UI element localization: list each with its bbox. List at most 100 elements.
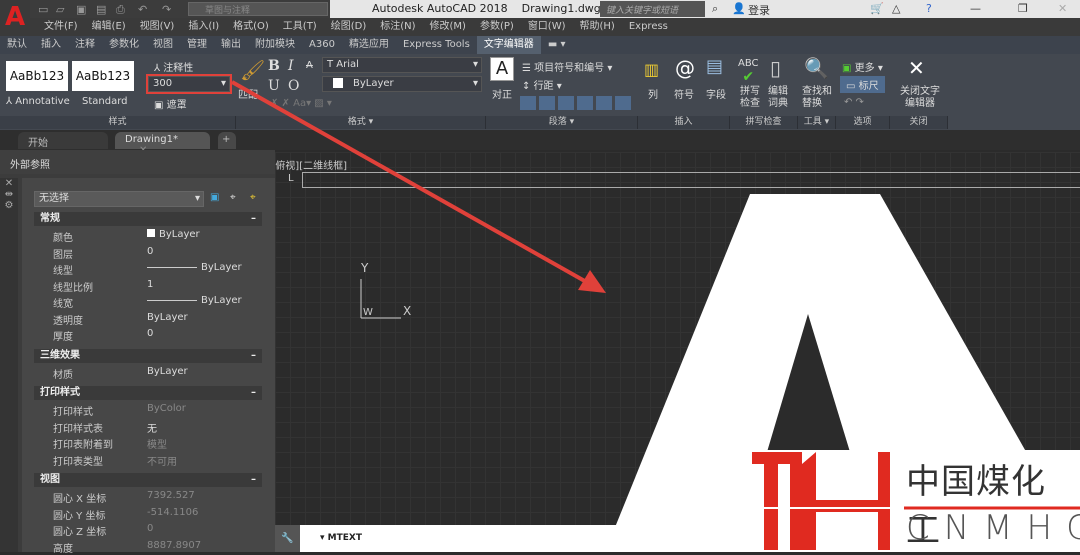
property-value[interactable]: 1 [147,279,153,290]
close-editor-icon[interactable]: ✕ [908,56,925,80]
toggle-pickadd-icon[interactable]: ▣ [210,192,219,203]
italic-button[interactable]: I [288,58,294,74]
section-header[interactable]: 视图 – [34,473,262,487]
tab-addins[interactable]: 附加模块 [248,36,302,54]
property-value[interactable]: 无 [147,420,157,435]
property-value[interactable]: 0 [147,246,153,257]
spellcheck-icon[interactable]: ABC ✔ [738,58,759,85]
tab-extra-icon[interactable]: ▬ ▾ [541,36,573,54]
property-value[interactable]: 模型 [147,436,167,451]
property-value[interactable]: ByLayer [147,229,200,240]
quick-select-icon[interactable]: ⌖ [250,192,256,203]
match-properties-icon[interactable]: 🖌 [240,58,265,82]
menu-dimension[interactable]: 标注(N) [380,18,415,36]
application-menu-button[interactable]: A [0,0,30,38]
menu-express[interactable]: Express [629,18,668,36]
minimize-button[interactable]: — [970,2,981,15]
tab-text-editor[interactable]: 文字编辑器 [476,36,541,54]
tab-manage[interactable]: 管理 [180,36,214,54]
property-value[interactable]: 0 [147,523,153,534]
justify-label[interactable]: 对正 [492,86,512,101]
palette-titlebar[interactable]: ✕ ⇹ ⚙ [0,178,18,552]
property-value[interactable]: 7392.527 [147,490,195,501]
property-value[interactable]: ByLayer [147,366,188,377]
columns-icon[interactable]: ▥ [644,60,659,79]
menu-view[interactable]: 视图(V) [140,18,175,36]
tab-view[interactable]: 视图 [146,36,180,54]
collapse-icon[interactable]: – [251,212,256,226]
menu-format[interactable]: 格式(O) [233,18,269,36]
menu-tools[interactable]: 工具(T) [283,18,317,36]
selection-dropdown[interactable]: 无选择 ▾ [34,191,204,207]
menu-edit[interactable]: 编辑(E) [92,18,126,36]
save-icon[interactable]: ▣ [76,3,86,16]
close-editor-button[interactable]: 关闭文字编辑器 [896,86,944,110]
overline-button[interactable]: O [288,78,299,94]
section-header[interactable]: 常规 – [34,212,262,226]
tab-a360[interactable]: A360 [302,36,342,54]
tab-default[interactable]: 默认 [0,36,34,54]
tab-start[interactable]: 开始 [18,132,108,149]
cart-icon[interactable]: 🛒 [870,2,884,15]
new-icon[interactable]: ▭ [38,3,48,16]
line-spacing-button[interactable]: ↕ 行距 ▾ [522,77,562,92]
tab-annotate[interactable]: 注释 [68,36,102,54]
underline-button[interactable]: U [268,78,280,94]
close-button[interactable]: ✕ [1058,2,1067,15]
command-line[interactable]: ▾ MTEXT [300,525,760,552]
help-icon[interactable]: ? [926,2,932,15]
property-value[interactable]: ByColor [147,403,186,414]
tab-parametric[interactable]: 参数化 [102,36,146,54]
tab-insert[interactable]: 插入 [34,36,68,54]
menu-parametric[interactable]: 参数(P) [480,18,514,36]
collapse-icon[interactable]: – [251,386,256,400]
print-icon[interactable]: ⎙ [116,3,125,17]
text-height-input[interactable]: 300 ▾ [146,74,232,94]
property-value[interactable]: -514.1106 [147,507,198,518]
saveas-icon[interactable]: ▤ [96,3,106,16]
property-value[interactable]: ByLayer [147,262,242,273]
property-value[interactable]: 不可用 [147,453,177,468]
new-tab-button[interactable]: + [218,132,236,149]
undo-icon[interactable]: ↶ [138,3,147,16]
select-objects-icon[interactable]: ⌖ [230,192,236,203]
redo-icon[interactable]: ↷ [162,3,171,16]
format-more-icons[interactable]: ✗ ✗ Aa▾ ▨ ▾ [270,98,332,109]
palette-autohide-icon[interactable]: ⇹ [0,189,18,200]
search-input[interactable]: 键入关键字或短语 [600,1,705,17]
mask-button[interactable]: ▣ 遮罩 [154,96,187,111]
bullets-button[interactable]: ☰ 项目符号和编号 ▾ [522,59,612,74]
edit-dictionary-icon[interactable]: ▯ [770,56,781,80]
collapse-icon[interactable]: – [251,349,256,363]
tab-drawing1[interactable]: Drawing1* ✕ [115,132,210,156]
binoculars-icon[interactable]: ⌕ [712,2,718,16]
command-customize-icon[interactable]: 🔧 [275,525,300,552]
font-dropdown[interactable]: T Arial ▾ [322,57,482,73]
find-replace-icon[interactable]: 🔍 [804,56,829,80]
property-value[interactable]: 8887.8907 [147,540,201,551]
menu-draw[interactable]: 绘图(D) [331,18,367,36]
property-value[interactable]: 0 [147,328,153,339]
palette-close-icon[interactable]: ✕ [0,178,18,189]
section-header[interactable]: 三维效果 – [34,348,262,363]
menu-modify[interactable]: 修改(M) [430,18,466,36]
bold-button[interactable]: B [268,58,280,74]
more-button[interactable]: ▣ 更多 ▾ [842,59,883,74]
collapse-icon[interactable]: – [251,473,256,487]
menu-window[interactable]: 窗口(W) [528,18,566,36]
style-annotative[interactable]: AaBb123 [6,61,68,91]
tab-output[interactable]: 输出 [214,36,248,54]
field-icon[interactable]: ▤ [706,56,723,77]
property-value[interactable]: ByLayer [147,295,242,306]
tab-featured[interactable]: 精选应用 [342,36,396,54]
property-value[interactable]: ByLayer [147,312,188,323]
user-icon[interactable]: 👤 [732,2,746,15]
palette-settings-icon[interactable]: ⚙ [0,200,18,211]
menu-file[interactable]: 文件(F) [44,18,78,36]
workspace-dropdown[interactable]: 草图与注释 [188,2,328,16]
tab-express[interactable]: Express Tools [396,36,477,54]
justify-icon[interactable]: A [490,57,514,81]
style-standard[interactable]: AaBb123 [72,61,134,91]
symbol-icon[interactable]: @ [675,56,695,80]
annotative-toggle[interactable]: ⅄ 注释性 [154,59,193,74]
